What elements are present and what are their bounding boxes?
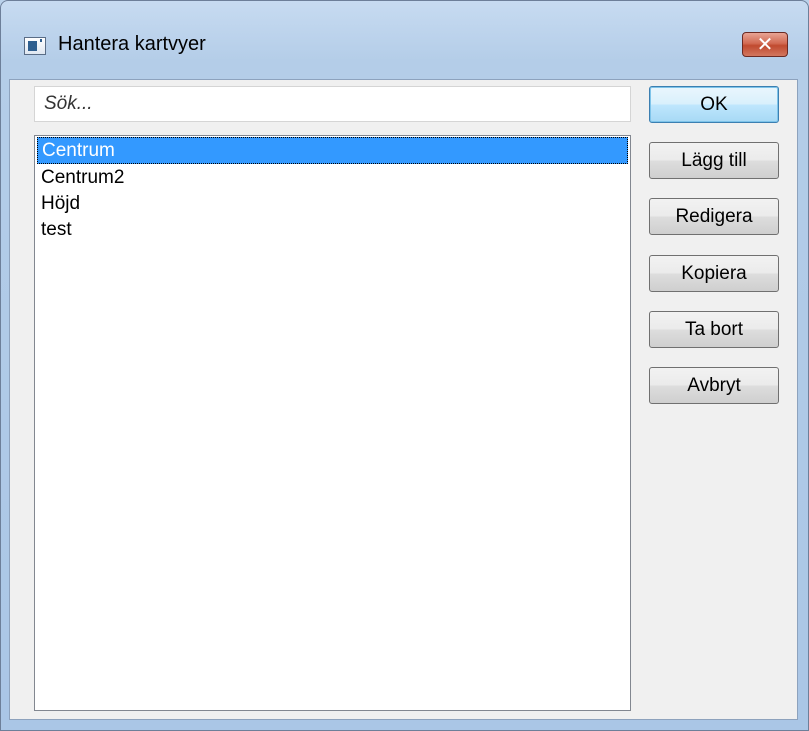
cancel-button[interactable]: Avbryt [649, 367, 779, 404]
window-icon [24, 37, 46, 55]
map-view-list[interactable]: Centrum Centrum2 Höjd test [34, 135, 631, 711]
copy-button[interactable]: Kopiera [649, 255, 779, 292]
title-bar[interactable]: Hantera kartvyer ✕ [1, 1, 808, 79]
window-title: Hantera kartvyer [58, 33, 206, 55]
search-input[interactable]: Sök... [34, 86, 631, 122]
ok-button[interactable]: OK [649, 86, 779, 123]
list-item[interactable]: test [37, 217, 628, 242]
list-item[interactable]: Centrum2 [37, 165, 628, 190]
edit-button[interactable]: Redigera [649, 198, 779, 235]
dialog-window: Hantera kartvyer ✕ Sök... Centrum Centru… [0, 0, 809, 731]
delete-button[interactable]: Ta bort [649, 311, 779, 348]
close-button[interactable]: ✕ [742, 32, 788, 57]
add-button[interactable]: Lägg till [649, 142, 779, 179]
list-item[interactable]: Centrum [37, 137, 628, 164]
dialog-client-area: Sök... Centrum Centrum2 Höjd test OK Läg… [9, 79, 798, 720]
list-item[interactable]: Höjd [37, 191, 628, 216]
